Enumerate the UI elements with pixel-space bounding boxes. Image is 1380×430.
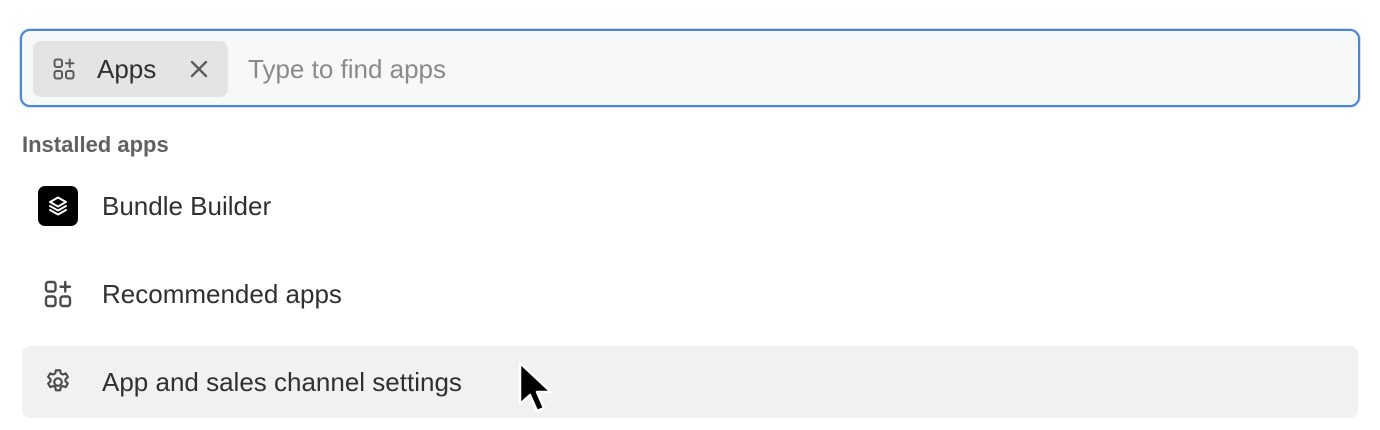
search-field[interactable]: Apps [20, 29, 1360, 107]
gear-icon [38, 362, 78, 402]
apps-icon [53, 58, 75, 80]
list-item-app-and-sales-channel-settings[interactable]: App and sales channel settings [22, 346, 1358, 418]
list-item-label: Bundle Builder [102, 191, 272, 221]
app-search-popover: Apps Installed apps Bundle Builder [0, 0, 1380, 430]
close-icon[interactable] [187, 57, 211, 81]
list-item-recommended-apps[interactable]: Recommended apps [22, 258, 1358, 330]
list-item-bundle-builder[interactable]: Bundle Builder [22, 170, 1358, 242]
mouse-pointer-icon [518, 361, 553, 413]
section-heading-installed-apps: Installed apps [22, 132, 169, 157]
filter-chip-label: Apps [97, 54, 157, 84]
list-item-label: Recommended apps [102, 279, 342, 309]
search-input[interactable] [248, 43, 1328, 95]
list-item-label: App and sales channel settings [102, 367, 462, 397]
bundle-builder-app-icon [38, 186, 78, 226]
filter-chip-apps[interactable]: Apps [33, 41, 228, 97]
apps-add-icon [38, 274, 78, 314]
